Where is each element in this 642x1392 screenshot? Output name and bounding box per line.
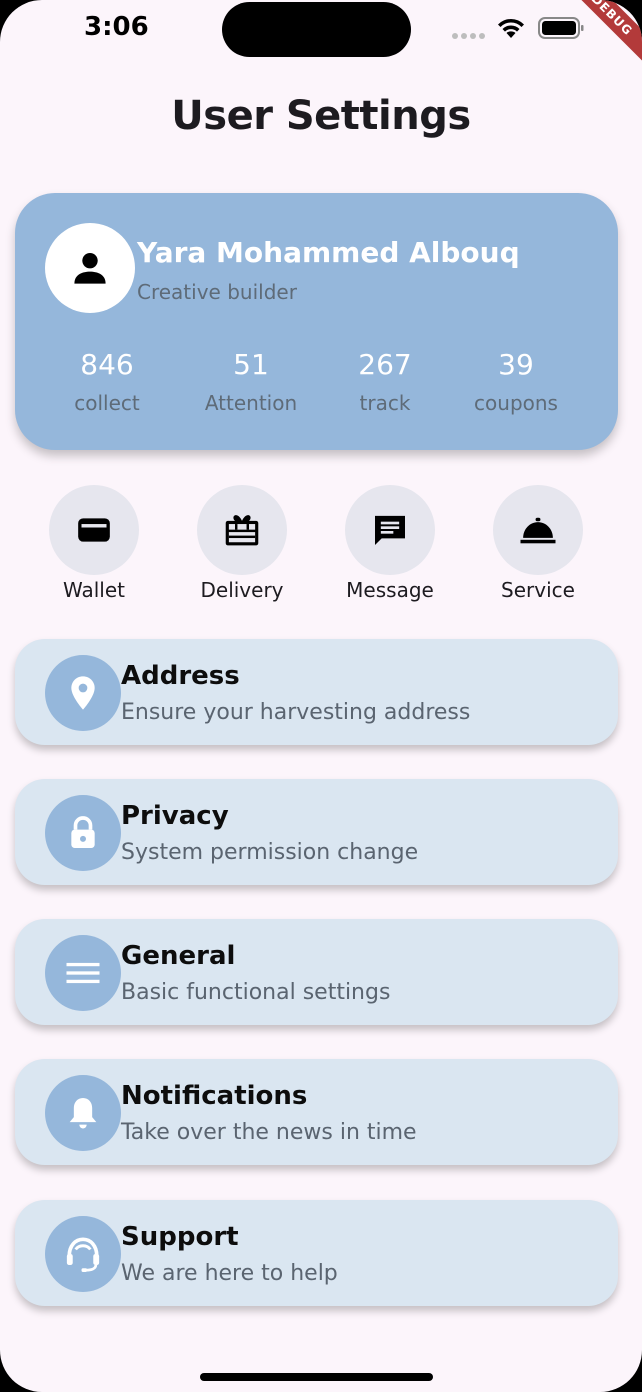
stat-value: 846 [80, 348, 134, 381]
message-icon [375, 515, 405, 545]
quick-action-label: Delivery [200, 578, 284, 602]
setting-support[interactable]: Support We are here to help [15, 1200, 618, 1306]
bell-icon [69, 1098, 97, 1129]
setting-subtitle: System permission change [121, 840, 419, 865]
stat-label: Attention [204, 391, 298, 415]
setting-title: Notifications [121, 1081, 308, 1111]
profile-role: Creative builder [137, 280, 297, 304]
setting-title: General [121, 941, 236, 971]
quick-action-wallet[interactable]: Wallet [34, 485, 154, 602]
settings-screen: 3:06 DEBUG User Settings Yara Mohammed A… [0, 0, 642, 1392]
setting-icon-circle [45, 795, 121, 871]
quick-action-service[interactable]: Service [478, 485, 598, 602]
profile-card[interactable]: Yara Mohammed Albouq Creative builder 84… [15, 193, 618, 450]
wifi-icon [498, 18, 524, 38]
quick-action-circle[interactable] [493, 485, 583, 575]
quick-action-label: Wallet [62, 578, 125, 602]
setting-subtitle: Basic functional settings [121, 980, 391, 1005]
location-pin-icon [71, 676, 95, 710]
menu-icon [66, 962, 100, 984]
quick-action-circle[interactable] [49, 485, 139, 575]
profile-name: Yara Mohammed Albouq [137, 236, 520, 269]
stat-value: 51 [233, 348, 269, 381]
wallet-icon [78, 518, 110, 542]
setting-title: Address [121, 661, 240, 691]
stat-attention[interactable]: 51 Attention [181, 348, 321, 415]
quick-action-circle[interactable] [197, 485, 287, 575]
setting-subtitle: Take over the news in time [121, 1120, 417, 1145]
person-icon [74, 252, 106, 284]
quick-action-label: Message [346, 578, 434, 602]
quick-action-label: Service [501, 578, 575, 602]
stat-label: track [359, 391, 411, 415]
setting-icon-circle [45, 935, 121, 1011]
setting-notifications[interactable]: Notifications Take over the news in time [15, 1059, 618, 1165]
home-indicator[interactable] [200, 1373, 433, 1381]
cellular-signal-icon [452, 33, 485, 39]
stat-label: coupons [474, 391, 558, 415]
stat-track[interactable]: 267 track [315, 348, 455, 415]
quick-action-message[interactable]: Message [330, 485, 450, 602]
setting-icon-circle [45, 1075, 121, 1151]
lock-icon [71, 816, 95, 848]
setting-icon-circle [45, 655, 121, 731]
setting-subtitle: We are here to help [121, 1261, 338, 1286]
setting-subtitle: Ensure your harvesting address [121, 700, 471, 725]
gift-box-icon [225, 515, 259, 546]
page-title: User Settings [171, 93, 471, 139]
avatar[interactable] [45, 223, 135, 313]
stat-value: 267 [358, 348, 412, 381]
setting-privacy[interactable]: Privacy System permission change [15, 779, 618, 885]
battery-icon [538, 17, 584, 39]
room-service-icon [520, 517, 556, 544]
quick-action-circle[interactable] [345, 485, 435, 575]
setting-icon-circle [45, 1216, 121, 1292]
stat-value: 39 [498, 348, 534, 381]
dynamic-island [222, 2, 411, 57]
stat-coupons[interactable]: 39 coupons [446, 348, 586, 415]
stat-collect[interactable]: 846 collect [37, 348, 177, 415]
setting-title: Privacy [121, 801, 229, 831]
setting-address[interactable]: Address Ensure your harvesting address [15, 639, 618, 745]
stat-label: collect [74, 391, 140, 415]
setting-title: Support [121, 1222, 239, 1252]
setting-general[interactable]: General Basic functional settings [15, 919, 618, 1025]
status-time: 3:06 [84, 12, 149, 42]
headset-icon [66, 1237, 100, 1272]
quick-action-delivery[interactable]: Delivery [182, 485, 302, 602]
